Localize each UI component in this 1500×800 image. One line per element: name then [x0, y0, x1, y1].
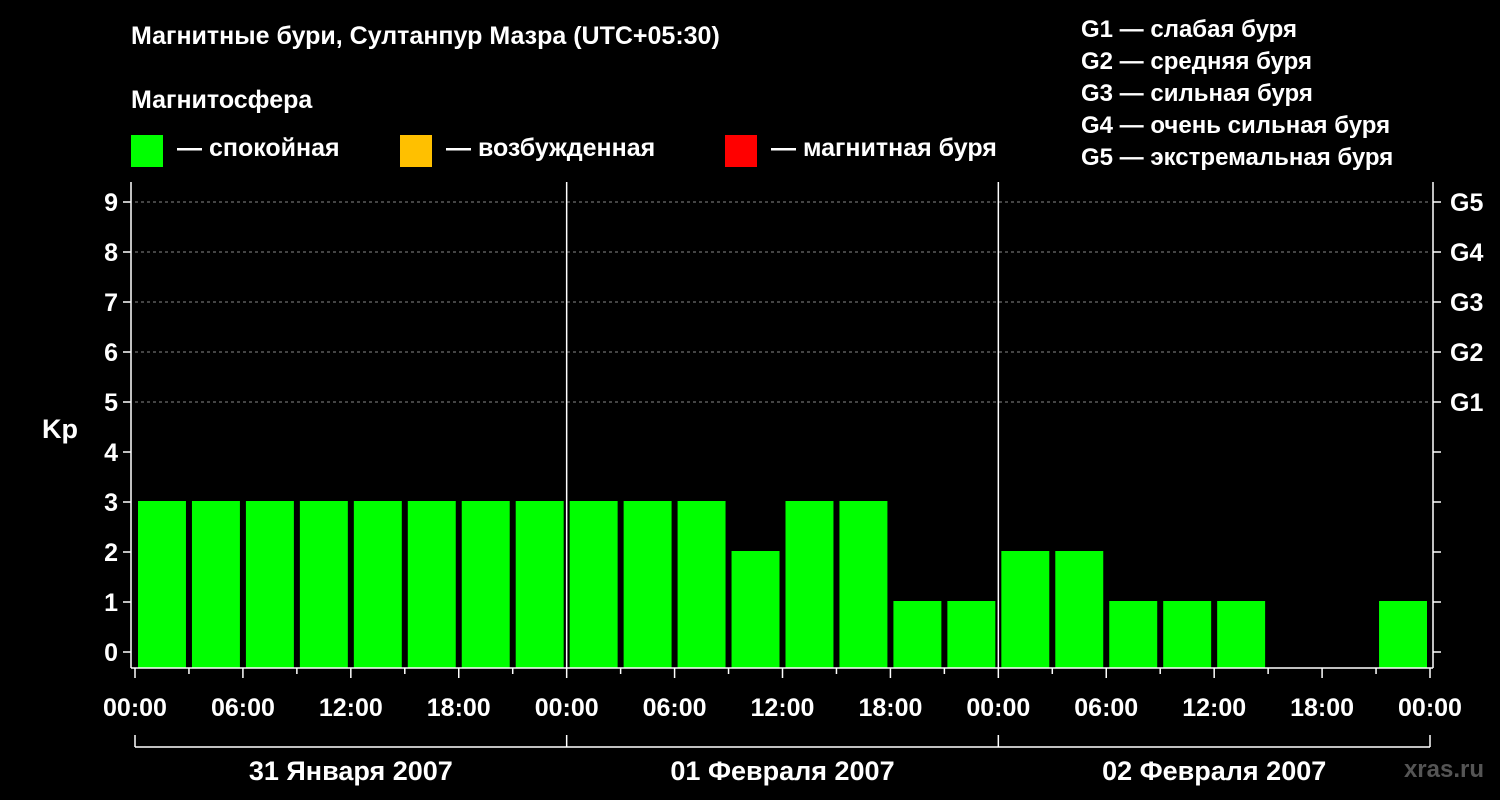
y-tick-label: 0	[104, 639, 118, 667]
x-tick-label: 00:00	[535, 694, 599, 722]
g-level-label: G3	[1450, 289, 1483, 317]
y-tick-label: 4	[104, 439, 118, 467]
y-tick-label: 9	[104, 189, 118, 217]
day-label: 02 Февраля 2007	[1102, 756, 1326, 786]
x-tick-label: 18:00	[858, 694, 922, 722]
g-level-label: G4	[1450, 239, 1483, 267]
kp-bar	[785, 501, 834, 668]
kp-bar	[299, 501, 348, 668]
kp-bar	[839, 501, 888, 668]
g-level-label: G5	[1450, 189, 1483, 217]
kp-bar	[1217, 601, 1266, 668]
x-tick-label: 00:00	[1398, 694, 1462, 722]
y-tick-label: 5	[104, 389, 118, 417]
kp-bar	[1163, 601, 1212, 668]
y-tick-label: 8	[104, 239, 118, 267]
y-axis-label: Kp	[42, 414, 78, 444]
x-tick-label: 06:00	[1074, 694, 1138, 722]
x-tick-label: 18:00	[1290, 694, 1354, 722]
kp-bar	[191, 501, 240, 668]
x-tick-label: 06:00	[643, 694, 707, 722]
x-tick-label: 12:00	[319, 694, 383, 722]
x-tick-label: 00:00	[103, 694, 167, 722]
x-tick-label: 12:00	[751, 694, 815, 722]
x-tick-label: 00:00	[966, 694, 1030, 722]
kp-bar	[623, 501, 672, 668]
y-tick-label: 1	[104, 589, 118, 617]
kp-bar	[677, 501, 726, 668]
kp-bar	[947, 601, 996, 668]
x-tick-label: 06:00	[211, 694, 275, 722]
kp-bar	[1055, 551, 1104, 668]
x-tick-label: 18:00	[427, 694, 491, 722]
day-label: 31 Января 2007	[249, 756, 453, 786]
kp-bar	[1001, 551, 1050, 668]
y-tick-label: 2	[104, 539, 118, 567]
kp-bar	[353, 501, 402, 668]
kp-bar	[731, 551, 780, 668]
day-label: 01 Февраля 2007	[670, 756, 894, 786]
kp-bar	[569, 501, 618, 668]
y-tick-label: 7	[104, 289, 118, 317]
watermark: xras.ru	[1403, 756, 1484, 783]
kp-bar	[1379, 601, 1427, 668]
kp-bar	[245, 501, 294, 668]
kp-bar	[1109, 601, 1158, 668]
y-tick-label: 6	[104, 339, 118, 367]
kp-bar	[138, 501, 186, 668]
kp-bar	[893, 601, 942, 668]
kp-bar	[407, 501, 456, 668]
kp-bar	[515, 501, 564, 668]
g-level-label: G2	[1450, 339, 1483, 367]
y-tick-label: 3	[104, 489, 118, 517]
x-tick-label: 12:00	[1182, 694, 1246, 722]
kp-bar	[461, 501, 510, 668]
g-level-label: G1	[1450, 389, 1483, 417]
kp-chart: 0 1 2 3 4 5 6 7 8 9 G1 G2 G3 G4 G5 Kp 00:00 06:00 12:00 18:…	[42, 182, 1483, 786]
